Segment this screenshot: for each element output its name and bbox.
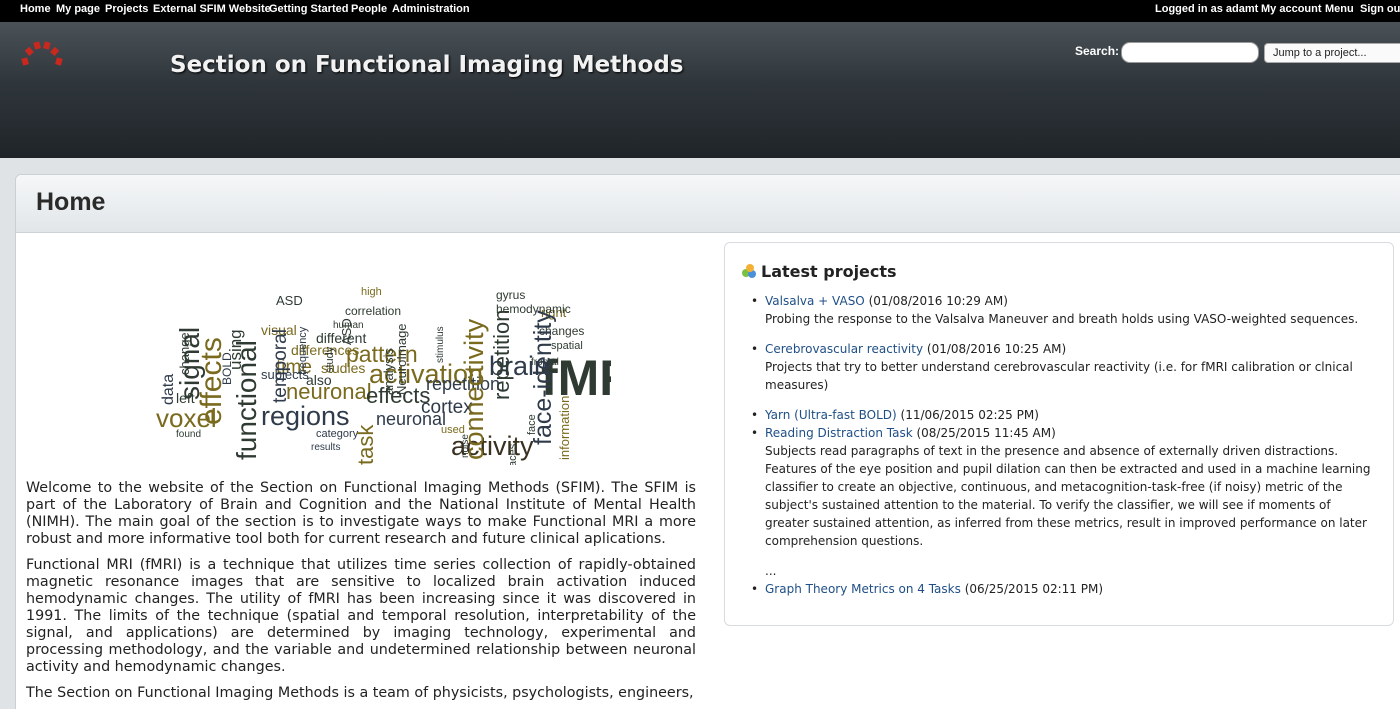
wc-word: change xyxy=(177,332,192,375)
main-content: Home fMRI activation voxel regions neuro… xyxy=(15,174,1400,709)
project-item: Yarn (Ultra-fast BOLD) (11/06/2015 02:25… xyxy=(751,406,1375,424)
nav-getting-started[interactable]: Getting Started xyxy=(269,3,348,15)
nav-sign-out[interactable]: Sign out xyxy=(1360,3,1400,15)
nav-my-page[interactable]: My page xyxy=(56,3,100,15)
page-title: Home xyxy=(36,188,106,216)
project-item: Reading Distraction Task (08/25/2015 11:… xyxy=(751,424,1375,442)
wc-word: BOLD xyxy=(220,352,234,385)
project-link-graph-theory[interactable]: Graph Theory Metrics on 4 Tasks xyxy=(765,582,961,596)
page-title-bar: Home xyxy=(16,175,1400,233)
wc-word: neuronal xyxy=(376,409,446,429)
wc-word: regions xyxy=(261,401,350,431)
intro-paragraph-2: Functional MRI (fMRI) is a technique tha… xyxy=(26,557,696,675)
latest-projects-box: Latest projects Valsalva + VASO (01/08/2… xyxy=(724,242,1394,626)
site-title[interactable]: Section on Functional Imaging Methods xyxy=(170,52,684,78)
wc-word: gyrus xyxy=(496,288,525,302)
wc-word: also xyxy=(306,372,332,388)
wc-word: face xyxy=(526,414,538,435)
project-link-valsalva-vaso[interactable]: Valsalva + VASO xyxy=(765,294,865,308)
project-link-reading-distraction[interactable]: Reading Distraction Task xyxy=(765,426,913,440)
intro-paragraph-3: The Section on Functional Imaging Method… xyxy=(26,685,694,701)
wc-word: stimulus xyxy=(435,326,446,363)
wc-word: found xyxy=(176,429,201,440)
nav-menu[interactable]: Menu xyxy=(1325,3,1354,15)
nav-my-account[interactable]: My account xyxy=(1261,3,1322,15)
project-link-yarn[interactable]: Yarn (Ultra-fast BOLD) xyxy=(765,408,897,422)
latest-projects-title: Latest projects xyxy=(761,262,897,281)
wc-word: ASD xyxy=(339,318,354,345)
wc-word: repetition xyxy=(489,309,514,400)
wc-word: ASD xyxy=(276,293,303,308)
wc-word: study xyxy=(324,346,336,373)
wc-word: noise xyxy=(460,434,471,458)
projects-icon xyxy=(742,264,756,278)
wc-word: information xyxy=(557,396,572,460)
project-link-cerebrovascular-reactivity[interactable]: Cerebrovascular reactivity xyxy=(765,342,923,356)
project-item: Valsalva + VASO (01/08/2016 10:29 AM) xyxy=(751,292,1375,310)
nav-external-sfim[interactable]: External SFIM Website xyxy=(153,3,271,15)
nav-home[interactable]: Home xyxy=(20,3,51,15)
wc-word: high xyxy=(361,286,382,298)
project-description: Projects that try to better understand c… xyxy=(765,360,1353,392)
latest-projects-list: Valsalva + VASO (01/08/2016 10:29 AM) Pr… xyxy=(751,292,1375,598)
wc-word: NeuroImage xyxy=(394,323,409,395)
intro-paragraph-1: Welcome to the website of the Section on… xyxy=(26,480,696,547)
jump-to-project-select[interactable]: Jump to a project... xyxy=(1264,43,1400,63)
site-header: Section on Functional Imaging Methods Se… xyxy=(0,22,1400,158)
word-cloud-image: fMRI activation voxel regions neuronal p… xyxy=(156,286,611,465)
project-date: (06/25/2015 02:11 PM) xyxy=(964,582,1104,596)
wc-word: correlation xyxy=(345,304,401,318)
intro-text: Welcome to the website of the Section on… xyxy=(26,480,696,709)
project-date: (08/25/2015 11:45 AM) xyxy=(916,426,1056,440)
search-input[interactable] xyxy=(1121,42,1259,63)
wc-word: data xyxy=(160,374,177,405)
search-label: Search: xyxy=(1075,44,1120,58)
wc-word: results xyxy=(311,442,340,453)
wc-word: temporal xyxy=(270,329,291,403)
project-date: (11/06/2015 02:25 PM) xyxy=(900,408,1039,422)
sfim-logo-icon[interactable] xyxy=(20,38,64,70)
nav-projects[interactable]: Projects xyxy=(105,3,148,15)
latest-projects-heading: Latest projects xyxy=(741,261,897,281)
project-date: (01/08/2016 10:29 AM) xyxy=(868,294,1008,308)
nav-people[interactable]: People xyxy=(351,3,387,15)
project-date: (01/08/2016 10:25 AM) xyxy=(926,342,1067,356)
nav-administration[interactable]: Administration xyxy=(392,3,470,15)
project-description: Probing the response to the Valsalva Man… xyxy=(765,312,1359,326)
wc-word: frequency xyxy=(297,326,309,375)
project-item: Cerebrovascular reactivity (01/08/2016 1… xyxy=(751,340,1375,358)
project-item: Graph Theory Metrics on 4 Tasks (06/25/2… xyxy=(751,580,1375,598)
projects-ellipsis: ... xyxy=(765,564,777,578)
project-description: Subjects read paragraphs of text in the … xyxy=(765,444,1371,548)
wc-word: faces xyxy=(507,443,519,465)
top-nav-bar: Home My page Projects External SFIM Webs… xyxy=(0,0,1400,22)
wc-word: task xyxy=(353,424,378,465)
logged-in-as[interactable]: Logged in as adamt xyxy=(1155,3,1258,15)
